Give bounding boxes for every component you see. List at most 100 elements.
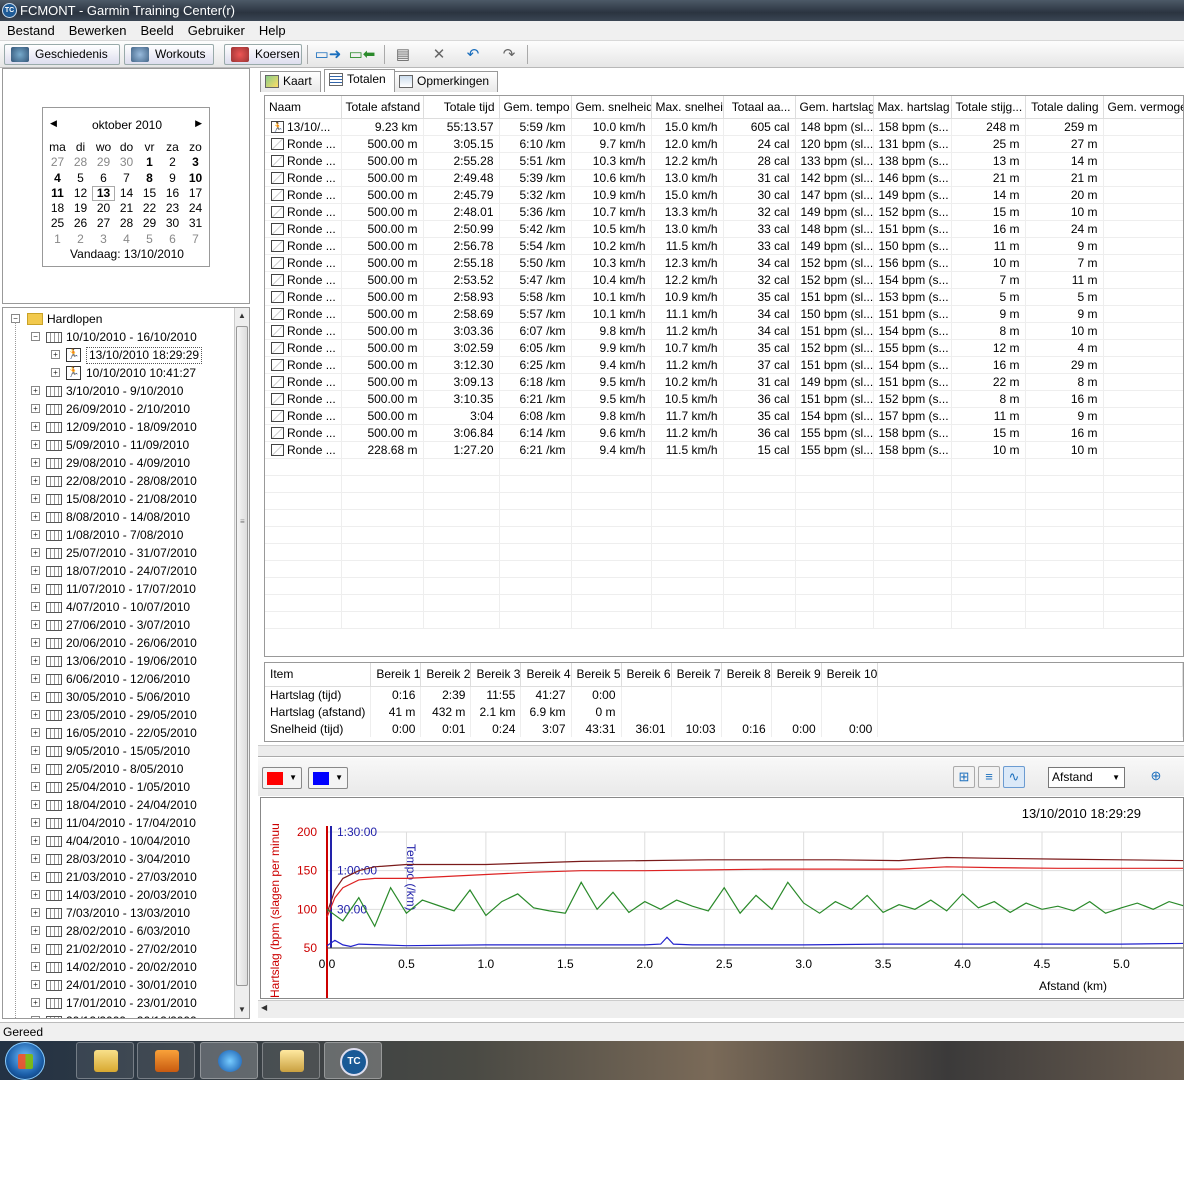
taskbar-media-player[interactable] (137, 1042, 195, 1079)
menu-gebruiker[interactable]: Gebruiker (181, 21, 252, 41)
expand-icon[interactable]: + (31, 890, 40, 899)
expand-icon[interactable]: + (31, 530, 40, 539)
column-header[interactable]: Bereik 2 (420, 663, 472, 687)
expand-icon[interactable]: + (31, 602, 40, 611)
scroll-left-icon[interactable]: ◀ (261, 1003, 267, 1012)
expand-icon[interactable]: + (31, 404, 40, 413)
expand-icon[interactable]: + (31, 962, 40, 971)
calendar-day[interactable]: 5 (138, 232, 161, 247)
calendar-day[interactable]: 12 (69, 186, 92, 201)
column-header[interactable]: Gem. tempo (499, 96, 572, 119)
expand-icon[interactable]: + (31, 764, 40, 773)
expand-icon[interactable]: + (31, 872, 40, 881)
collapse-icon[interactable]: − (31, 332, 40, 341)
table-row[interactable]: Ronde ... 500.00 m 3:03.36 6:07 /km 9.8 km/h… (265, 322, 1183, 340)
tree-week[interactable]: +4/04/2010 - 10/04/2010 (3, 832, 233, 850)
calendar-day[interactable]: 30 (161, 216, 184, 231)
expand-icon[interactable]: + (31, 620, 40, 629)
taskbar-internet-explorer[interactable] (200, 1042, 258, 1079)
calendar-day[interactable]: 29 (138, 216, 161, 231)
calendar-day[interactable]: 3 (92, 232, 115, 247)
calendar-today[interactable]: Vandaag: 13/10/2010 (43, 247, 211, 261)
expand-icon[interactable]: + (31, 386, 40, 395)
tree-week[interactable]: +22/08/2010 - 28/08/2010 (3, 472, 233, 490)
expand-icon[interactable]: + (31, 944, 40, 953)
tree-week[interactable]: +29/08/2010 - 4/09/2010 (3, 454, 233, 472)
x-axis-select[interactable]: Afstand ▼ (1048, 767, 1125, 788)
calendar-day[interactable]: 30 (115, 155, 138, 170)
tree-week[interactable]: +8/08/2010 - 14/08/2010 (3, 508, 233, 526)
receive-from-device-icon[interactable]: ▭⬅ (348, 46, 376, 63)
tree-week[interactable]: +15/08/2010 - 21/08/2010 (3, 490, 233, 508)
tree-week[interactable]: +20/06/2010 - 26/06/2010 (3, 634, 233, 652)
expand-icon[interactable]: + (31, 728, 40, 737)
expand-icon[interactable]: + (31, 494, 40, 503)
tree-week[interactable]: +18/07/2010 - 24/07/2010 (3, 562, 233, 580)
table-row[interactable]: Ronde ... 500.00 m 3:10.35 6:21 /km 9.5 km/h… (265, 390, 1183, 408)
table-row[interactable]: Ronde ... 500.00 m 2:55.18 5:50 /km 10.3 km/… (265, 254, 1183, 272)
tree-activity[interactable]: + 🏃 10/10/2010 10:41:27 (3, 364, 233, 382)
calendar-day[interactable]: 15 (138, 186, 161, 201)
calendar-day[interactable]: 2 (69, 232, 92, 247)
expand-icon[interactable]: + (31, 512, 40, 521)
tree-week[interactable]: +14/03/2010 - 20/03/2010 (3, 886, 233, 904)
column-header[interactable]: Naam (265, 96, 342, 119)
calendar-day[interactable]: 23 (161, 201, 184, 216)
column-header[interactable]: Max. hartslag (873, 96, 952, 119)
table-row[interactable]: Ronde ... 500.00 m 3:04 6:08 /km 9.8 km/h 11.… (265, 407, 1183, 425)
calendar-day[interactable]: 4 (46, 171, 69, 186)
tree-week[interactable]: +3/10/2010 - 9/10/2010 (3, 382, 233, 400)
tree-week[interactable]: +20/12/2009 - 26/12/2009 (3, 1012, 233, 1018)
tree-week[interactable]: +21/02/2010 - 27/02/2010 (3, 940, 233, 958)
calendar-day[interactable]: 13 (92, 185, 115, 202)
panel-splitter[interactable] (258, 745, 1184, 757)
column-header[interactable]: Bereik 4 (520, 663, 572, 687)
calendar-day[interactable]: 25 (46, 216, 69, 231)
expand-icon[interactable]: + (31, 692, 40, 701)
delete-icon[interactable]: ✕ (430, 46, 448, 63)
expand-icon[interactable]: + (31, 638, 40, 647)
calendar-day[interactable]: 8 (138, 171, 161, 186)
table-row[interactable]: Ronde ... 500.00 m 2:55.28 5:51 /km 10.3 km/… (265, 152, 1183, 170)
next-month-icon[interactable]: ▶ (195, 118, 202, 129)
tree-week[interactable]: +25/04/2010 - 1/05/2010 (3, 778, 233, 796)
column-header[interactable]: Max. snelheid (651, 96, 724, 119)
calendar-day[interactable]: 19 (69, 201, 92, 216)
expand-icon[interactable]: + (31, 746, 40, 755)
crosshair-icon[interactable]: ⊞ (953, 766, 975, 788)
calendar-day[interactable]: 31 (184, 216, 207, 231)
calendar-day[interactable]: 6 (161, 232, 184, 247)
expand-icon[interactable]: + (31, 998, 40, 1007)
expand-icon[interactable]: + (31, 908, 40, 917)
table-row[interactable]: Ronde ... 500.00 m 2:50.99 5:42 /km 10.5 km/… (265, 220, 1183, 238)
calendar-day[interactable]: 28 (69, 155, 92, 170)
calendar-day[interactable]: 7 (184, 232, 207, 247)
expand-icon[interactable]: + (51, 350, 60, 359)
calendar-day[interactable]: 16 (161, 186, 184, 201)
column-header[interactable]: Gem. snelheid (571, 96, 652, 119)
tree-week[interactable]: +28/02/2010 - 6/03/2010 (3, 922, 233, 940)
workouts-button[interactable]: Workouts (124, 44, 214, 65)
tree-root-hardlopen[interactable]: − Hardlopen (3, 310, 233, 328)
tree-week[interactable]: +16/05/2010 - 22/05/2010 (3, 724, 233, 742)
calendar-day[interactable]: 10 (184, 171, 207, 186)
tree-week[interactable]: +12/09/2010 - 18/09/2010 (3, 418, 233, 436)
calendar-day[interactable]: 24 (184, 201, 207, 216)
calendar-day[interactable]: 22 (138, 201, 161, 216)
expand-icon[interactable]: + (31, 782, 40, 791)
table-row[interactable]: Ronde ... 500.00 m 3:02.59 6:05 /km 9.9 km/h… (265, 339, 1183, 357)
column-header[interactable]: Totale daling (1025, 96, 1104, 119)
table-row[interactable]: Ronde ... 500.00 m 2:45.79 5:32 /km 10.9 km/… (265, 186, 1183, 204)
calendar-day[interactable]: 29 (92, 155, 115, 170)
column-header[interactable]: Bereik 7 (671, 663, 722, 687)
tree-scrollbar[interactable]: ▲ ≡ ▼ (234, 308, 249, 1018)
column-header[interactable]: Bereik 6 (621, 663, 672, 687)
send-to-device-icon[interactable]: ▭➜ (314, 46, 342, 63)
column-header[interactable]: Totale afstand (341, 96, 424, 119)
expand-icon[interactable]: + (31, 422, 40, 431)
expand-icon[interactable]: + (31, 476, 40, 485)
tree-week[interactable]: +13/06/2010 - 19/06/2010 (3, 652, 233, 670)
table-row[interactable]: Ronde ... 500.00 m 2:58.93 5:58 /km 10.1 km/… (265, 288, 1183, 306)
menu-bestand[interactable]: Bestand (0, 21, 62, 41)
calendar-day[interactable]: 5 (69, 171, 92, 186)
